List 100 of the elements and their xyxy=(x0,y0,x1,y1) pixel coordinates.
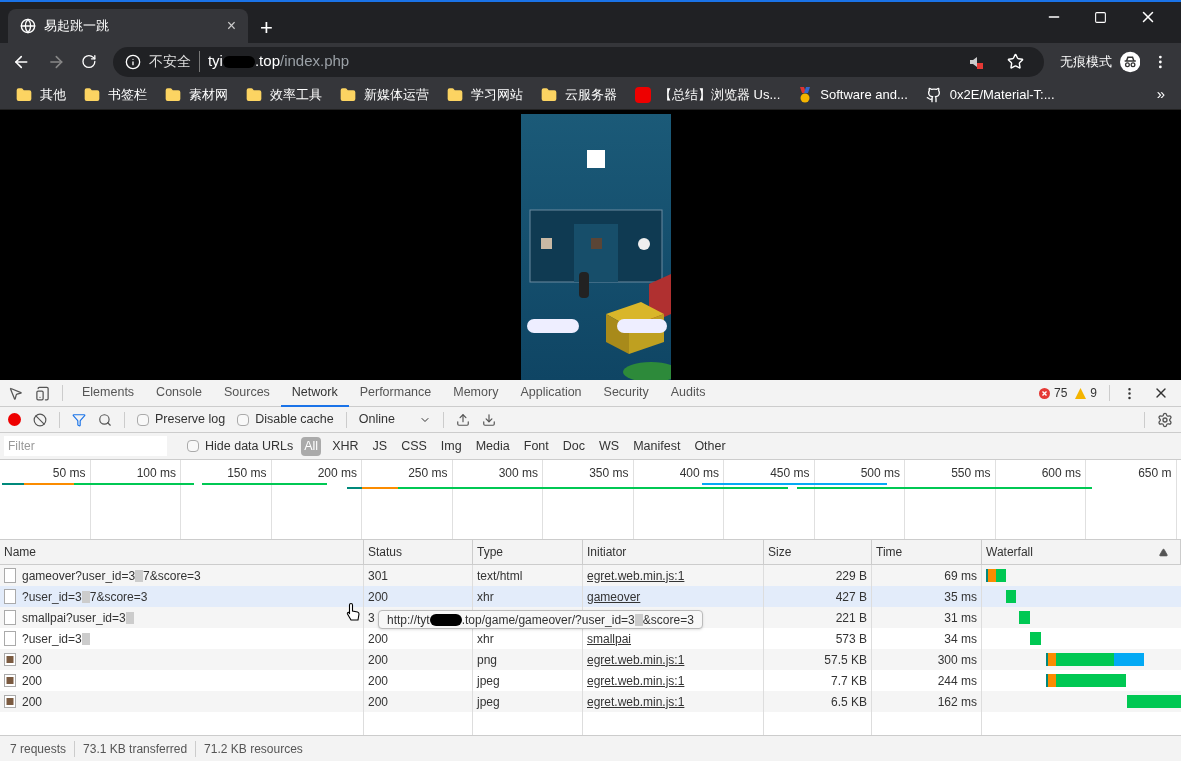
inspect-icon[interactable] xyxy=(8,385,23,401)
type-filter[interactable]: JS xyxy=(369,436,391,456)
bookmark[interactable]: 0x2E/Material-T:... xyxy=(925,84,1055,105)
tooltip-text: &score=3 xyxy=(642,611,694,629)
reload-icon[interactable] xyxy=(81,53,97,70)
tick-label: 650 m xyxy=(1138,466,1172,480)
initiator-link[interactable]: egret.web.min.js:1 xyxy=(587,650,685,669)
bookmark[interactable]: 【总结】浏览器 Us... xyxy=(635,84,781,105)
bookmark[interactable]: 其他 xyxy=(16,84,66,105)
column-header[interactable]: Size xyxy=(768,543,792,561)
address-bar[interactable]: 不安全 tyi .top/index.php xyxy=(112,46,1044,77)
request-row[interactable]: gameover?user_id=3 7&score=3 301 text/html egret.web.min.js:1 229 B 69 ms xyxy=(0,565,1181,586)
devtools-tab[interactable]: Console xyxy=(145,379,213,407)
import-icon[interactable] xyxy=(455,412,470,427)
request-name: 7&score=3 xyxy=(89,588,148,606)
tab-close-button[interactable]: × xyxy=(226,18,236,34)
tab-title: 易起跳一跳 xyxy=(44,17,110,36)
blur-mark xyxy=(81,590,90,603)
type-filter[interactable]: Manifest xyxy=(630,436,684,456)
error-icon xyxy=(1038,387,1050,399)
export-icon[interactable] xyxy=(481,412,496,427)
devtools-tab[interactable]: Sources xyxy=(213,379,281,407)
devtools-tab[interactable]: Audits xyxy=(659,379,717,407)
column-header[interactable]: Name xyxy=(4,543,36,561)
initiator-link[interactable]: egret.web.min.js:1 xyxy=(587,671,685,690)
status-code: 200 xyxy=(368,630,389,648)
devtools-tab[interactable]: Elements xyxy=(71,379,146,407)
bookmark-star-icon[interactable] xyxy=(1006,53,1024,70)
disable-cache-checkbox[interactable]: Disable cache xyxy=(237,410,334,429)
bookmark[interactable]: 云服务器 xyxy=(541,84,617,105)
size-value: 229 B xyxy=(835,567,867,585)
bookmark[interactable]: 学习网站 xyxy=(447,84,523,105)
initiator-link[interactable]: smallpai xyxy=(587,629,631,648)
tick-label: 200 ms xyxy=(317,466,357,480)
status-code: 3 xyxy=(368,609,375,627)
tick-label: 350 ms xyxy=(589,466,629,480)
request-name: 200 xyxy=(22,672,43,690)
size-value: 221 B xyxy=(835,609,867,627)
tick-label: 400 ms xyxy=(679,466,719,480)
request-row[interactable]: 200 200 jpeg egret.web.min.js:1 6.5 KB 162 ms xyxy=(0,691,1181,712)
column-header[interactable]: Time xyxy=(876,543,903,561)
tick-label: 250 ms xyxy=(408,466,448,480)
bookmark[interactable]: 新媒体运营 xyxy=(340,84,429,105)
devtools-tab[interactable]: Performance xyxy=(348,379,443,407)
bookmark[interactable]: 素材网 xyxy=(165,84,228,105)
bookmark[interactable]: 书签栏 xyxy=(84,84,147,105)
column-header[interactable]: Initiator xyxy=(587,543,627,561)
column-header[interactable]: Waterfall xyxy=(986,543,1033,561)
search-icon[interactable] xyxy=(98,412,112,427)
devtools-tab[interactable]: Memory xyxy=(442,379,510,407)
device-toggle-icon[interactable] xyxy=(35,385,50,401)
type-filter[interactable]: Img xyxy=(437,436,465,456)
bookmark[interactable]: Software and... xyxy=(798,84,908,105)
type-filter[interactable]: WS xyxy=(596,436,623,456)
size-value: 573 B xyxy=(835,630,867,648)
site-logo-icon xyxy=(635,86,651,103)
type-filter[interactable]: Font xyxy=(520,436,552,456)
new-tab-button[interactable]: + xyxy=(260,17,273,39)
filter-field[interactable]: Filter xyxy=(4,436,167,456)
initiator-link[interactable]: egret.web.min.js:1 xyxy=(587,566,685,585)
devtools-tab[interactable]: Security xyxy=(592,379,660,407)
browser-tab[interactable]: 易起跳一跳 × xyxy=(8,9,248,43)
incognito-icon[interactable] xyxy=(1119,50,1141,73)
type-filter[interactable]: Media xyxy=(472,436,513,456)
settings-icon[interactable] xyxy=(1157,411,1173,428)
bookmarks-overflow-button[interactable]: » xyxy=(1156,83,1165,106)
filter-icon[interactable] xyxy=(72,412,86,427)
resource-type: text/html xyxy=(477,567,523,585)
request-name: smallpai?user_id=3 xyxy=(22,609,126,627)
devtools-tab[interactable]: Network xyxy=(280,379,349,407)
request-row[interactable]: ?user_id=3 7&score=3 200 xhr gameover 427 B 35 ms xyxy=(0,586,1181,607)
column-header[interactable]: Status xyxy=(368,543,403,561)
status-bar-text: 71.2 KB resources xyxy=(204,740,303,758)
type-filter[interactable]: Doc xyxy=(559,436,588,456)
status-bar-text: 7 requests xyxy=(10,740,67,758)
initiator-link[interactable]: egret.web.min.js:1 xyxy=(587,692,685,711)
initiator-link[interactable]: gameover xyxy=(587,587,641,606)
document-icon xyxy=(4,589,16,604)
type-filter[interactable]: Other xyxy=(691,436,729,456)
warning-icon xyxy=(1075,387,1087,399)
globe-icon xyxy=(20,18,36,34)
sort-icon[interactable] xyxy=(1159,547,1168,557)
status-code: 200 xyxy=(368,693,389,711)
preserve-log-checkbox[interactable]: Preserve log xyxy=(137,410,226,429)
maximize-icon[interactable] xyxy=(1094,10,1107,24)
tick-label: 500 ms xyxy=(860,466,900,480)
column-header[interactable]: Type xyxy=(477,543,503,561)
record-button[interactable] xyxy=(8,413,21,426)
type-filter[interactable]: XHR xyxy=(329,436,362,456)
throttling-select[interactable]: Online xyxy=(358,410,431,429)
clear-icon[interactable] xyxy=(33,412,47,427)
bookmark[interactable]: 效率工具 xyxy=(246,84,322,105)
status-code: 301 xyxy=(368,567,389,585)
size-value: 6.5 KB xyxy=(830,693,867,711)
type-filter[interactable]: CSS xyxy=(398,436,430,456)
devtools-tab[interactable]: Application xyxy=(509,379,593,407)
hide-data-urls-checkbox[interactable]: Hide data URLs xyxy=(187,436,294,456)
size-value: 427 B xyxy=(835,588,867,606)
request-row[interactable]: 200 200 png egret.web.min.js:1 57.5 KB 300 ms xyxy=(0,649,1181,670)
request-name: 7&score=3 xyxy=(143,567,201,585)
